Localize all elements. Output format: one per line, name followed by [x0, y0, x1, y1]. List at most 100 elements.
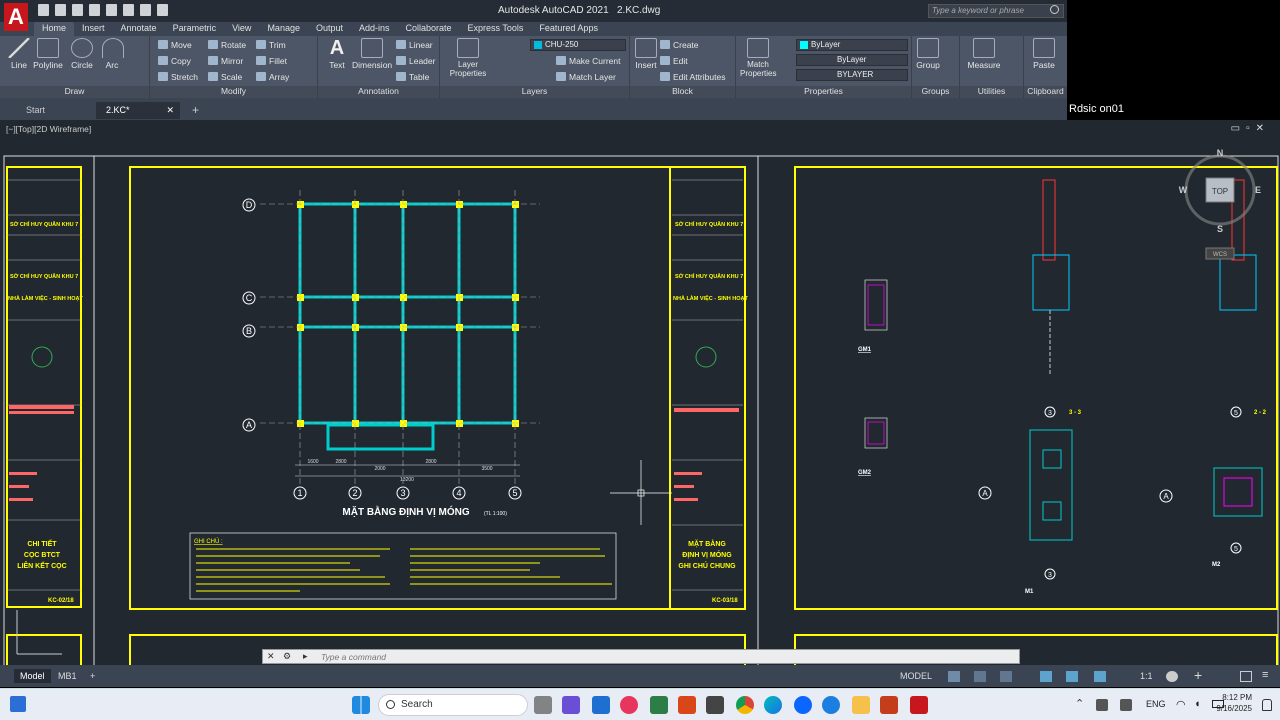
linear-button[interactable]: Linear	[396, 40, 433, 50]
line-button[interactable]: Line	[6, 38, 32, 70]
viewcube-north[interactable]: N	[1217, 148, 1224, 158]
tray-icon-2[interactable]	[1120, 699, 1132, 711]
linetype-dropdown[interactable]: ByLayer	[796, 54, 908, 66]
windows-start-icon[interactable]	[352, 696, 370, 714]
lineweight-toggle-icon[interactable]	[1094, 671, 1106, 682]
app-icon-2[interactable]	[620, 696, 638, 714]
saveas-icon[interactable]	[89, 4, 100, 16]
redo-icon[interactable]	[157, 4, 168, 16]
undo-icon[interactable]	[140, 4, 151, 16]
tray-chevron-icon[interactable]: ⌃	[1075, 697, 1084, 710]
rotate-button[interactable]: Rotate	[208, 40, 246, 50]
model-space-toggle[interactable]: MODEL	[894, 669, 938, 683]
make-current-button[interactable]: Make Current	[556, 56, 621, 66]
create-block-button[interactable]: Create	[660, 40, 699, 50]
plot-icon[interactable]	[123, 4, 134, 16]
tab-layout-mb1[interactable]: MB1	[52, 669, 83, 683]
add-icon[interactable]: +	[1194, 667, 1202, 683]
measure-button[interactable]: Measure	[966, 38, 1002, 70]
help-search-input[interactable]: Type a keyword or phrase	[928, 4, 1064, 18]
draw-panel-title[interactable]: Draw	[0, 86, 149, 98]
add-layout-button[interactable]: +	[84, 669, 101, 683]
save-icon[interactable]	[72, 4, 83, 16]
copy-button[interactable]: Copy	[158, 56, 191, 66]
polyline-button[interactable]: Polyline	[33, 38, 63, 70]
tab-home[interactable]: Home	[34, 22, 75, 36]
layers-panel-title[interactable]: Layers	[440, 86, 629, 98]
tab-manage[interactable]: Manage	[259, 22, 308, 36]
group-button[interactable]: Group	[916, 38, 940, 70]
polar-toggle-icon[interactable]	[1040, 671, 1052, 682]
zm-icon[interactable]	[822, 696, 840, 714]
fullscreen-icon[interactable]	[1240, 671, 1252, 682]
wcs-menu[interactable]: WCS	[1213, 252, 1227, 258]
taskbar-search[interactable]: Search	[378, 694, 528, 716]
chat-icon[interactable]	[562, 696, 580, 714]
circle-button[interactable]: Circle	[70, 38, 94, 70]
tab-start[interactable]: Start	[16, 102, 96, 119]
snap-toggle-icon[interactable]	[974, 671, 986, 682]
lineweight-dropdown[interactable]: BYLAYER	[796, 69, 908, 81]
app-icon-4[interactable]	[678, 696, 696, 714]
tray-icon-1[interactable]	[1096, 699, 1108, 711]
autocad-logo[interactable]: A	[4, 3, 28, 31]
tab-insert[interactable]: Insert	[74, 22, 113, 36]
match-properties-button[interactable]: Match Properties	[740, 38, 776, 78]
annotation-scale[interactable]: 1:1	[1134, 669, 1159, 683]
edit-attributes-button[interactable]: Edit Attributes	[660, 72, 725, 82]
powerpoint-icon[interactable]	[880, 696, 898, 714]
viewcube-south[interactable]: S	[1217, 224, 1223, 234]
show-desktop-icon[interactable]	[10, 696, 26, 712]
dimension-button[interactable]: Dimension	[352, 38, 392, 70]
tab-parametric[interactable]: Parametric	[165, 22, 225, 36]
autocad-taskbar-icon[interactable]	[910, 696, 928, 714]
tab-drawing[interactable]: 2.KC* ✕	[96, 102, 180, 119]
viewcube-west[interactable]: W	[1179, 185, 1188, 195]
app-icon-5[interactable]	[706, 696, 724, 714]
close-icon[interactable]: ✕	[267, 651, 275, 662]
array-button[interactable]: Array	[256, 72, 289, 82]
color-dropdown[interactable]: ByLayer	[796, 39, 908, 51]
workspace-icon[interactable]	[1166, 671, 1178, 682]
grid-toggle-icon[interactable]	[948, 671, 960, 682]
trim-button[interactable]: Trim	[256, 40, 286, 50]
app-icon-3[interactable]	[650, 696, 668, 714]
mirror-button[interactable]: Mirror	[208, 56, 243, 66]
stretch-button[interactable]: Stretch	[158, 72, 198, 82]
osnap-toggle-icon[interactable]	[1066, 671, 1078, 682]
leader-button[interactable]: Leader	[396, 56, 435, 66]
scale-button[interactable]: Scale	[208, 72, 242, 82]
match-layer-button[interactable]: Match Layer	[556, 72, 616, 82]
utilities-panel-title[interactable]: Utilities	[960, 86, 1023, 98]
tab-express-tools[interactable]: Express Tools	[460, 22, 532, 36]
drawing-canvas[interactable]: [−][Top][2D Wireframe] ▭▫✕ SỞ CHỈ HUY QU…	[0, 120, 1280, 665]
new-tab-button[interactable]: +	[182, 102, 209, 119]
viewcube[interactable]: TOP N S E W WCS	[1179, 148, 1261, 260]
customize-icon[interactable]: ⚙	[283, 651, 291, 662]
paste-button[interactable]: Paste	[1032, 38, 1056, 70]
search-icon[interactable]	[1050, 5, 1059, 14]
fillet-button[interactable]: Fillet	[256, 56, 287, 66]
insert-button[interactable]: Insert	[634, 38, 658, 70]
tab-model[interactable]: Model	[14, 669, 51, 683]
layer-dropdown[interactable]: CHU-250	[530, 39, 626, 51]
table-button[interactable]: Table	[396, 72, 429, 82]
viewcube-top[interactable]: TOP	[1212, 187, 1228, 196]
command-input[interactable]: Type a command	[321, 652, 386, 662]
system-clock[interactable]: 8:12 PM 9/16/2025	[1216, 692, 1252, 714]
command-history-icon[interactable]: ▸	[303, 651, 308, 662]
text-button[interactable]: A Text	[326, 38, 348, 70]
file-explorer-icon[interactable]	[852, 696, 870, 714]
clipboard-panel-title[interactable]: Clipboard	[1024, 86, 1067, 98]
tab-annotate[interactable]: Annotate	[113, 22, 165, 36]
task-view-icon[interactable]	[534, 696, 552, 714]
properties-panel-title[interactable]: Properties	[736, 86, 911, 98]
customize-status-icon[interactable]: ≡	[1262, 669, 1268, 681]
block-panel-title[interactable]: Block	[630, 86, 735, 98]
volume-icon[interactable]: ◖	[1194, 698, 1201, 710]
tab-output[interactable]: Output	[308, 22, 351, 36]
new-icon[interactable]	[38, 4, 49, 16]
zalo-icon[interactable]	[794, 696, 812, 714]
app-icon-1[interactable]	[592, 696, 610, 714]
tab-addins[interactable]: Add-ins	[351, 22, 398, 36]
